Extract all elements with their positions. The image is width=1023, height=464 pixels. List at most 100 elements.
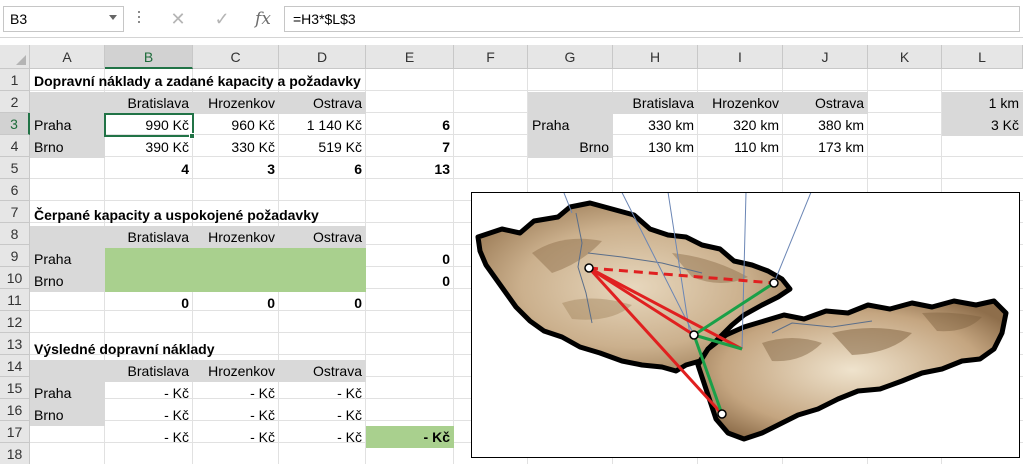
- title-used-capacities: Čerpané kapacity a uspokojené požadavky: [34, 207, 319, 223]
- title-transport-costs: Dopravní náklady a zadané kapacity a pož…: [34, 73, 361, 89]
- formula-text: =H3*$L$3: [293, 11, 356, 27]
- formula-input[interactable]: =H3*$L$3: [284, 6, 1020, 32]
- result-source-brno: Brno: [34, 407, 64, 423]
- unit-price[interactable]: 3 Kč: [942, 114, 1023, 136]
- cost-brno-hrozenkov[interactable]: 330 Kč: [193, 136, 279, 158]
- satisfied-ostrava: 0: [354, 295, 362, 311]
- row-header-11[interactable]: 11: [0, 289, 30, 311]
- select-all-button[interactable]: [0, 45, 30, 69]
- result-brno-ostrava: - Kč: [337, 407, 362, 423]
- cost-brno-ostrava[interactable]: 519 Kč: [279, 136, 366, 158]
- dist-praha-hrozenkov[interactable]: 320 km: [698, 114, 783, 136]
- name-box-value: B3: [10, 11, 28, 27]
- capacity-praha[interactable]: 6: [366, 114, 454, 136]
- total-capacity: 13: [434, 161, 450, 177]
- source-brno: Brno: [34, 139, 64, 155]
- used-praha: 0: [442, 251, 450, 267]
- source-praha: Praha: [34, 117, 72, 133]
- result-praha-hrozenkov: - Kč: [250, 385, 275, 401]
- enter-icon[interactable]: ✓: [207, 6, 237, 32]
- result-sum-hrozenkov: - Kč: [250, 429, 275, 445]
- dist-brno-ostrava[interactable]: 173 km: [783, 136, 868, 158]
- demand-hrozenkov[interactable]: 3: [193, 158, 279, 180]
- column-header-k[interactable]: K: [868, 45, 942, 69]
- dist-source-brno: Brno: [579, 139, 609, 155]
- dist-header-ostrava: Ostrava: [814, 95, 864, 111]
- used-source-brno: Brno: [34, 273, 64, 289]
- header-bratislava: Bratislava: [127, 95, 189, 111]
- row-header-15[interactable]: 15: [0, 377, 30, 399]
- used-brno: 0: [442, 273, 450, 289]
- row-header-10[interactable]: 10: [0, 267, 30, 289]
- column-header-l[interactable]: L: [942, 45, 1023, 69]
- dist-header-hrozenkov: Hrozenkov: [712, 95, 779, 111]
- result-praha-bratislava: - Kč: [164, 385, 189, 401]
- dist-brno-bratislava[interactable]: 130 km: [613, 136, 698, 158]
- demand-ostrava[interactable]: 6: [279, 158, 366, 180]
- header-hrozenkov: Hrozenkov: [208, 95, 275, 111]
- result-header-bratislava: Bratislava: [127, 363, 189, 379]
- column-header-h[interactable]: H: [613, 45, 698, 69]
- used-source-praha: Praha: [34, 251, 72, 267]
- capacity-brno[interactable]: 7: [366, 136, 454, 158]
- column-header-e[interactable]: E: [366, 45, 454, 69]
- fill-handle[interactable]: [189, 133, 195, 139]
- row-header-18[interactable]: 18: [0, 443, 30, 464]
- used-header-ostrava: Ostrava: [312, 229, 362, 245]
- result-brno-bratislava: - Kč: [164, 407, 189, 423]
- result-brno-hrozenkov: - Kč: [250, 407, 275, 423]
- header-ostrava: Ostrava: [312, 95, 362, 111]
- row-header-6[interactable]: 6: [0, 179, 30, 201]
- used-header-hrozenkov: Hrozenkov: [208, 229, 275, 245]
- dist-header-bratislava: Bratislava: [632, 95, 694, 111]
- column-header-a[interactable]: A: [30, 45, 105, 69]
- row-header-4[interactable]: 4: [0, 135, 30, 157]
- result-sum-bratislava: - Kč: [164, 429, 189, 445]
- dist-praha-bratislava[interactable]: 330 km: [613, 114, 698, 136]
- column-header-b[interactable]: B: [105, 45, 193, 69]
- column-header-c[interactable]: C: [193, 45, 279, 69]
- chevron-down-icon[interactable]: [109, 15, 117, 20]
- dist-praha-ostrava[interactable]: 380 km: [783, 114, 868, 136]
- column-header-j[interactable]: J: [783, 45, 868, 69]
- column-header-f[interactable]: F: [454, 45, 528, 69]
- row-header-2[interactable]: 2: [0, 91, 30, 113]
- row-header-14[interactable]: 14: [0, 355, 30, 377]
- czechoslovakia-relief-map-icon: [475, 152, 1009, 442]
- row-header-13[interactable]: 13: [0, 333, 30, 355]
- dist-brno-hrozenkov[interactable]: 110 km: [698, 136, 783, 158]
- cost-praha-hrozenkov[interactable]: 960 Kč: [193, 114, 279, 136]
- column-header-g[interactable]: G: [528, 45, 613, 69]
- column-header-d[interactable]: D: [279, 45, 366, 69]
- satisfied-bratislava: 0: [181, 295, 189, 311]
- cost-brno-bratislava[interactable]: 390 Kč: [105, 136, 193, 158]
- result-header-ostrava: Ostrava: [312, 363, 362, 379]
- active-cell-selection[interactable]: [104, 113, 194, 137]
- row-header-16[interactable]: 16: [0, 399, 30, 421]
- insert-function-icon[interactable]: fx: [248, 6, 278, 32]
- row-header-3[interactable]: 3: [0, 113, 30, 135]
- column-header-i[interactable]: I: [698, 45, 783, 69]
- route-map-picture[interactable]: [471, 152, 1020, 458]
- title-result-costs: Výsledné dopravní náklady: [34, 341, 215, 357]
- fill-a2: [30, 92, 105, 114]
- row-header-12[interactable]: 12: [0, 311, 30, 333]
- row-header-8[interactable]: 8: [0, 223, 30, 245]
- satisfied-hrozenkov: 0: [267, 295, 275, 311]
- result-praha-ostrava: - Kč: [337, 385, 362, 401]
- result-source-praha: Praha: [34, 385, 72, 401]
- row-header-1[interactable]: 1: [0, 69, 30, 91]
- formula-bar: B3 ✕ ✓ fx =H3*$L$3: [0, 0, 1023, 38]
- cost-praha-ostrava[interactable]: 1 140 Kč: [279, 114, 366, 136]
- demand-bratislava[interactable]: 4: [105, 158, 193, 180]
- name-box[interactable]: B3: [3, 6, 124, 32]
- drag-handle-icon[interactable]: [138, 11, 141, 27]
- result-total: - Kč: [423, 429, 450, 445]
- row-header-7[interactable]: 7: [0, 201, 30, 223]
- row-header-17[interactable]: 17: [0, 421, 30, 443]
- green-input-range[interactable]: [105, 248, 366, 292]
- dist-source-praha: Praha: [532, 117, 570, 133]
- row-header-9[interactable]: 9: [0, 245, 30, 267]
- row-header-5[interactable]: 5: [0, 157, 30, 179]
- cancel-icon[interactable]: ✕: [163, 6, 193, 32]
